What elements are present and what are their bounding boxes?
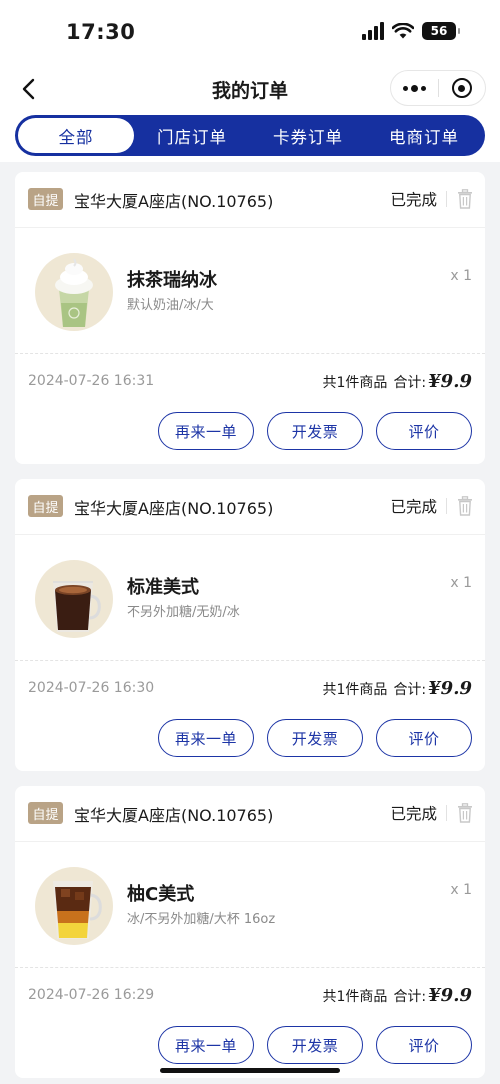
nav-bar: 我的订单	[0, 64, 500, 114]
reorder-button[interactable]: 再来一单	[158, 1026, 254, 1064]
item-count: 共1件商品	[322, 682, 388, 698]
order-card-header: 自提 宝华大厦A座店(NO.10765) 已完成	[15, 172, 485, 228]
product-item[interactable]: 柚C美式 冰/不另外加糖/大杯 16oz x 1	[15, 842, 485, 968]
item-count: 共1件商品	[322, 375, 388, 391]
pickup-badge: 自提	[28, 188, 63, 210]
total-label: 合计:	[393, 989, 427, 1005]
target-close-icon	[451, 78, 472, 98]
product-item[interactable]: 抹茶瑞纳冰 默认奶油/冰/大 x 1	[15, 228, 485, 354]
invoice-button[interactable]: 开发票	[267, 412, 363, 450]
battery-icon: 56	[422, 22, 460, 40]
order-status: 已完成	[390, 191, 437, 209]
trash-icon[interactable]	[457, 189, 473, 209]
review-button[interactable]: 评价	[376, 412, 472, 450]
order-card[interactable]: 自提 宝华大厦A座店(NO.10765) 已完成 柚C美式 冰/不另外加糖/大杯	[15, 786, 485, 1078]
more-button[interactable]	[391, 71, 438, 105]
tab-voucher-orders[interactable]: 卡券订单	[250, 118, 366, 153]
order-summary: 共1件商品 合计: ¥9.9	[323, 371, 472, 392]
product-name: 抹茶瑞纳冰	[127, 270, 217, 291]
item-count: 共1件商品	[322, 989, 388, 1005]
tab-all[interactable]: 全部	[18, 118, 134, 153]
header-divider	[446, 191, 447, 207]
review-button[interactable]: 评价	[376, 719, 472, 757]
reorder-button[interactable]: 再来一单	[158, 719, 254, 757]
store-name: 宝华大厦A座店(NO.10765)	[74, 192, 274, 211]
grapefruit-americano-image	[35, 867, 113, 945]
product-quantity: x 1	[450, 575, 472, 591]
review-button[interactable]: 评价	[376, 1026, 472, 1064]
order-card-header: 自提 宝华大厦A座店(NO.10765) 已完成	[15, 479, 485, 535]
product-item[interactable]: 标准美式 不另外加糖/无奶/冰 x 1	[15, 535, 485, 661]
order-time: 2024-07-26 16:31	[28, 373, 155, 389]
invoice-button[interactable]: 开发票	[267, 1026, 363, 1064]
home-indicator[interactable]	[160, 1068, 340, 1073]
order-tabs: 全部 门店订单 卡券订单 电商订单	[15, 115, 485, 156]
status-icons: 56	[362, 22, 460, 40]
wifi-icon	[392, 23, 414, 39]
reorder-button[interactable]: 再来一单	[158, 412, 254, 450]
order-card-header: 自提 宝华大厦A座店(NO.10765) 已完成	[15, 786, 485, 842]
product-quantity: x 1	[450, 268, 472, 284]
order-actions: 再来一单 开发票 评价	[158, 719, 472, 757]
trash-icon[interactable]	[457, 496, 473, 516]
close-mini-program-button[interactable]	[439, 71, 486, 105]
product-quantity: x 1	[450, 882, 472, 898]
order-time: 2024-07-26 16:30	[28, 680, 155, 696]
mini-program-capsule	[390, 70, 486, 106]
header-divider	[446, 498, 447, 514]
cellular-signal-icon	[362, 22, 384, 40]
status-time: 17:30	[66, 20, 136, 44]
order-actions: 再来一单 开发票 评价	[158, 1026, 472, 1064]
pickup-badge: 自提	[28, 495, 63, 517]
order-status: 已完成	[390, 805, 437, 823]
order-total-price: ¥9.9	[428, 678, 472, 699]
order-status: 已完成	[390, 498, 437, 516]
status-bar: 17:30 56	[0, 0, 500, 64]
tab-store-orders[interactable]: 门店订单	[134, 118, 250, 153]
product-name: 柚C美式	[127, 884, 195, 905]
matcha-frappe-image	[35, 253, 113, 331]
order-time: 2024-07-26 16:29	[28, 987, 155, 1003]
tab-ecommerce-orders[interactable]: 电商订单	[366, 118, 482, 153]
trash-icon[interactable]	[457, 803, 473, 823]
americano-image	[35, 560, 113, 638]
pickup-badge: 自提	[28, 802, 63, 824]
store-name: 宝华大厦A座店(NO.10765)	[74, 499, 274, 518]
product-spec: 不另外加糖/无奶/冰	[127, 605, 240, 620]
total-label: 合计:	[393, 682, 427, 698]
header-divider	[446, 805, 447, 821]
total-label: 合计:	[393, 375, 427, 391]
invoice-button[interactable]: 开发票	[267, 719, 363, 757]
product-spec: 冰/不另外加糖/大杯 16oz	[127, 912, 276, 927]
order-actions: 再来一单 开发票 评价	[158, 412, 472, 450]
product-spec: 默认奶油/冰/大	[127, 298, 214, 313]
store-name: 宝华大厦A座店(NO.10765)	[74, 806, 274, 825]
order-total-price: ¥9.9	[428, 985, 472, 1006]
order-summary: 共1件商品 合计: ¥9.9	[323, 985, 472, 1006]
order-total-price: ¥9.9	[428, 371, 472, 392]
product-name: 标准美式	[127, 577, 199, 598]
order-card[interactable]: 自提 宝华大厦A座店(NO.10765) 已完成 抹茶瑞纳冰 默认奶油/冰/大	[15, 172, 485, 464]
order-card[interactable]: 自提 宝华大厦A座店(NO.10765) 已完成 标准美式 不另外加糖/无奶/冰…	[15, 479, 485, 771]
tabs-container: 全部 门店订单 卡券订单 电商订单	[0, 114, 500, 162]
order-summary: 共1件商品 合计: ¥9.9	[323, 678, 472, 699]
more-dots-icon	[402, 84, 426, 92]
